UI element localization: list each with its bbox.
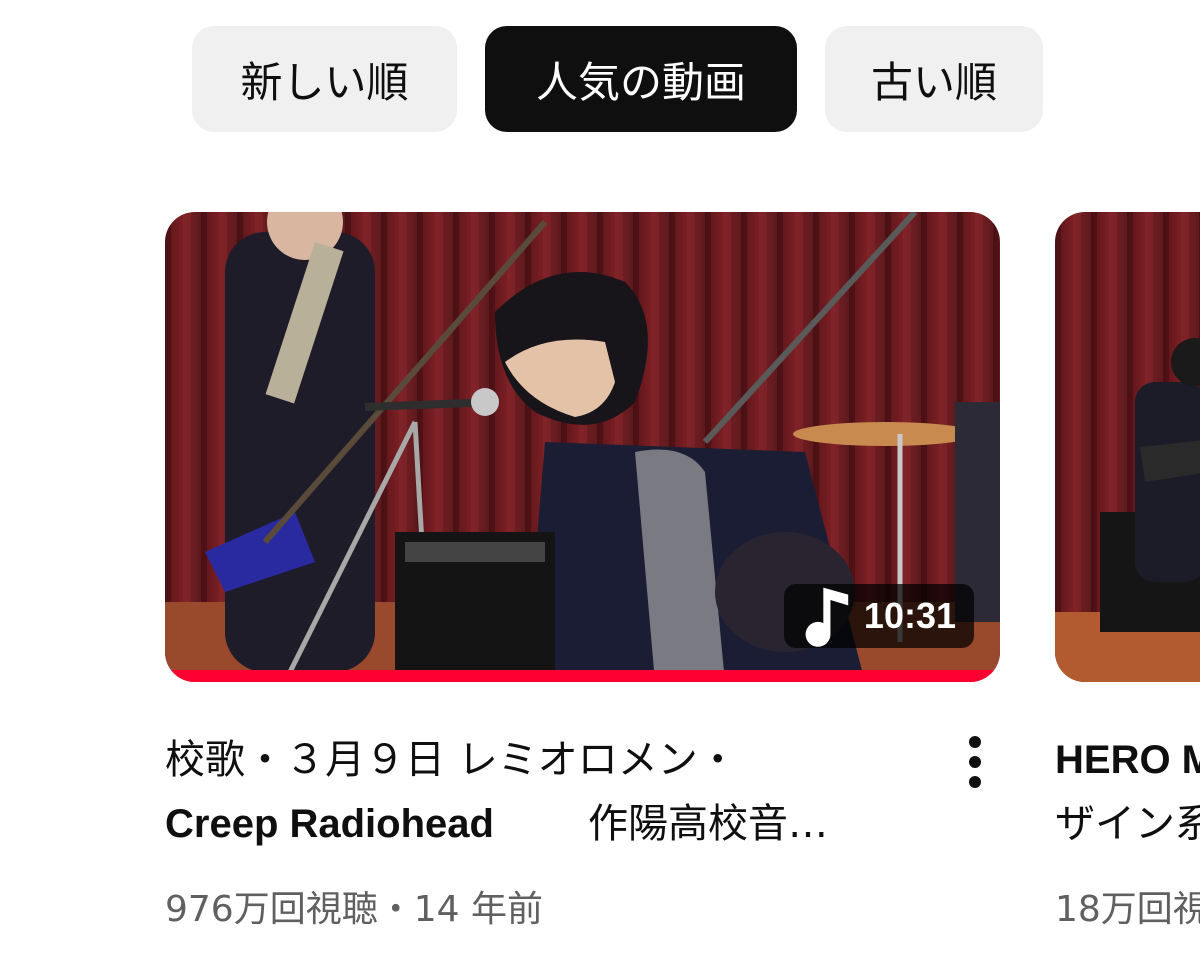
video-meta: 976万回視聴・14 年前: [165, 889, 543, 930]
chip-oldest[interactable]: 古い順: [825, 26, 1043, 132]
next-thumbnail-image: [1055, 212, 1200, 682]
music-note-icon: [805, 587, 849, 647]
more-vertical-icon[interactable]: [952, 732, 998, 792]
duration-text: 10:31: [863, 595, 956, 636]
next-video-title[interactable]: HERO M ザイン系: [1055, 728, 1200, 856]
channel-videos-page: 新しい順 人気の動画 古い順 10:31 校歌・３月９日 レミオロメン・ Cre…: [0, 0, 1200, 960]
next-video-meta: 18万回視: [1055, 889, 1200, 930]
next-video-title-line-2: ザイン系: [1055, 801, 1200, 847]
next-video-thumbnail[interactable]: [1055, 212, 1200, 682]
video-title-line-1: 校歌・３月９日 レミオロメン・: [165, 737, 738, 783]
video-title[interactable]: 校歌・３月９日 レミオロメン・ Creep Radiohead 作陽高校音…: [165, 728, 905, 856]
duration-badge: 10:31: [784, 584, 974, 648]
video-title-jp: 作陽高校音…: [587, 801, 828, 847]
watch-progress-bar: [165, 670, 1000, 682]
video-title-latin: Creep Radiohead: [165, 802, 494, 846]
video-title-line-2: Creep Radiohead 作陽高校音…: [165, 792, 905, 856]
chip-popular[interactable]: 人気の動画: [485, 26, 797, 132]
next-video-title-line-1: HERO M: [1055, 738, 1200, 782]
chip-newest[interactable]: 新しい順: [192, 26, 457, 132]
sort-filter-chips: 新しい順 人気の動画 古い順: [192, 26, 1043, 132]
video-thumbnail[interactable]: 10:31: [165, 212, 1000, 682]
